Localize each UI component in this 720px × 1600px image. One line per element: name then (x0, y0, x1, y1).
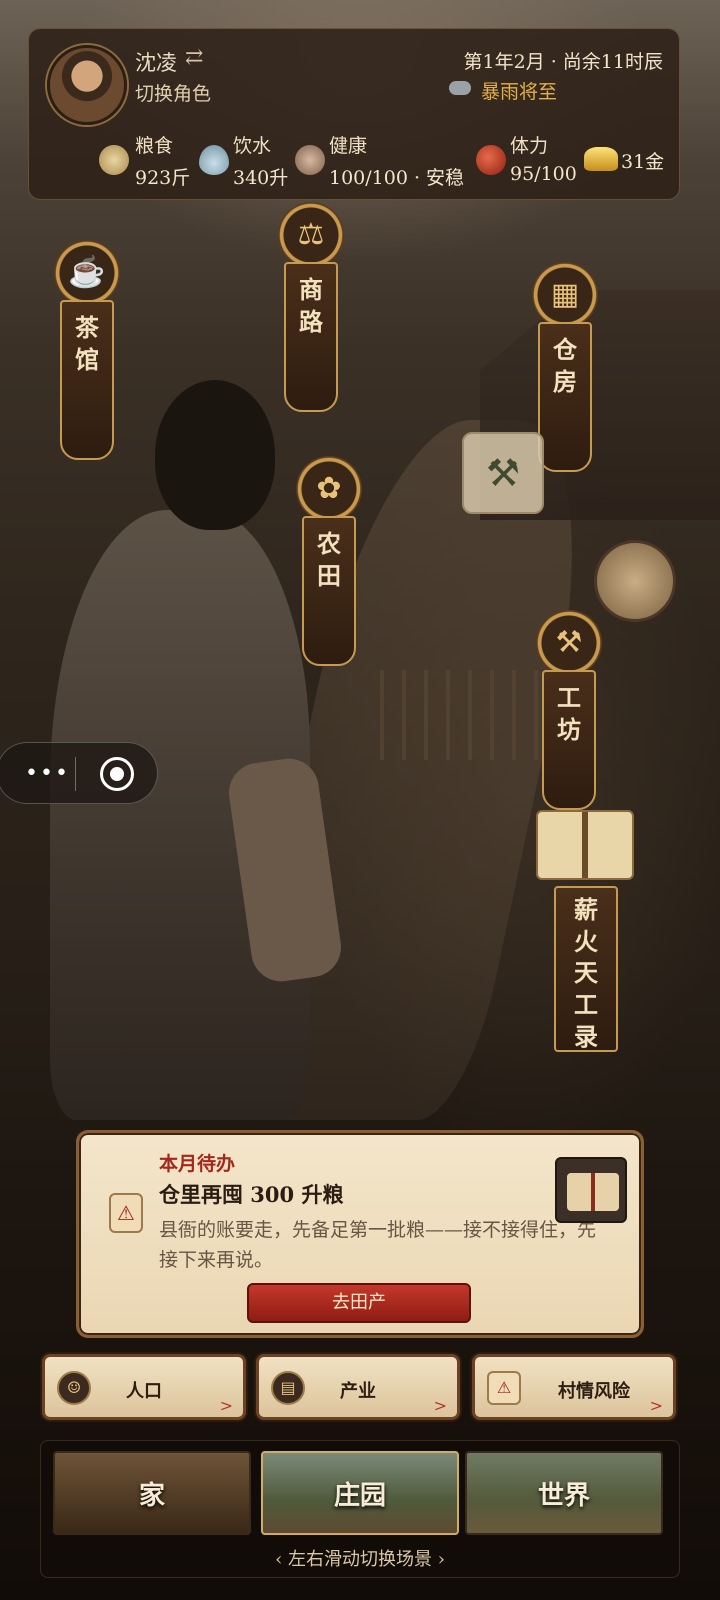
swipe-hint-text: 左右滑动切换场景 (288, 1549, 432, 1570)
records-char-1: 薪 (574, 895, 598, 924)
teahouse-char-2: 馆 (75, 344, 99, 374)
water-label: 饮水 (233, 135, 272, 157)
workshop-char-2: 坊 (557, 714, 581, 744)
chevron-right-icon: › (432, 1549, 445, 1570)
scene-tab-home-label: 家 (138, 1480, 165, 1511)
industry-label: 产业 (340, 1381, 376, 1402)
chevron-right-icon: > (649, 1396, 663, 1415)
industry-button[interactable]: ▤ 产业 > (256, 1354, 460, 1420)
miniprogram-capsule: ••• (0, 742, 158, 804)
protagonist-figure (40, 360, 345, 1120)
health-value: 100/100 · 安稳 (329, 167, 465, 189)
grain-value: 923斤 (135, 167, 191, 189)
records-plank: 薪 火 天 工 录 (554, 886, 618, 1052)
records-char-3: 天 (574, 958, 598, 988)
teapot-icon: ☕ (54, 240, 120, 306)
todo-heading: 仓里再囤 300 升粮 (159, 1182, 344, 1207)
village-risk-button[interactable]: ⚠ 村情风险 > (472, 1354, 676, 1420)
warehouse-plank: 仓 房 (538, 322, 592, 472)
population-label: 人口 (126, 1381, 162, 1402)
date-display: 第1年2月 · 尚余11时辰 (463, 51, 663, 73)
character-avatar[interactable] (47, 45, 127, 125)
warehouse-char-2: 房 (553, 366, 577, 396)
scene-tab-world[interactable]: 世界 (465, 1451, 663, 1535)
go-to-farmland-button[interactable]: 去田产 (247, 1283, 471, 1323)
crates-icon: ▦ (532, 262, 598, 328)
farmland-plank: 农 田 (302, 516, 356, 666)
monthly-todo-card: ⚠ 本月待办 仓里再囤 300 升粮 县衙的账要走，先备足第一批粮——接不接得住… (76, 1130, 644, 1338)
switch-role-button[interactable]: 切换角色 (135, 79, 211, 106)
hammer-scaffold-icon: ⚒ (485, 451, 521, 495)
scene-tab-world-label: 世界 (537, 1480, 590, 1511)
weather-status: 暴雨将至 (481, 81, 558, 103)
trade-route-plank: 商 路 (284, 262, 338, 412)
swap-icon[interactable]: ⇄ (185, 45, 203, 70)
stamina-value: 95/100 (510, 163, 577, 185)
close-target-icon[interactable] (100, 757, 134, 791)
warehouse-char-1: 仓 (553, 335, 577, 364)
chevron-right-icon: > (433, 1396, 447, 1415)
gold-ingot-icon (584, 147, 618, 171)
anvil-icon: ⚒ (536, 610, 602, 676)
storm-cloud-icon (449, 81, 471, 95)
workshop-plank: 工 坊 (542, 670, 596, 810)
records-banner[interactable]: 薪 火 天 工 录 (536, 810, 636, 1060)
workshop-char-1: 工 (557, 683, 581, 712)
teahouse-char-1: 茶 (75, 313, 99, 342)
grain-label: 粮食 (135, 135, 174, 157)
water-value: 340升 (233, 167, 289, 189)
character-name: 沈凌 (135, 51, 177, 75)
protagonist-head (155, 380, 275, 530)
chevron-left-icon: ‹ (275, 1549, 288, 1570)
todo-title: 本月待办 (159, 1153, 236, 1175)
scene-tab-home[interactable]: 家 (53, 1451, 251, 1535)
gold-value: 31金 (621, 151, 665, 173)
chevron-right-icon: > (219, 1396, 233, 1415)
records-char-2: 火 (574, 926, 598, 956)
teahouse-plank: 茶 馆 (60, 300, 114, 460)
construction-site-badge[interactable]: ⚒ (462, 432, 544, 514)
todo-description: 县衙的账要走，先备足第一批粮——接不接得住，先接下来再说。 (159, 1219, 597, 1272)
more-icon[interactable]: ••• (25, 761, 70, 786)
population-button[interactable]: ☺ 人口 > (42, 1354, 246, 1420)
status-bar: 沈凌 ⇄ 切换角色 第1年2月 · 尚余11时辰 暴雨将至 粮食 923斤 饮水… (28, 28, 680, 200)
stamina-icon (476, 145, 506, 175)
health-label: 健康 (329, 135, 368, 157)
grain-icon (99, 145, 129, 175)
swipe-hint: ‹ 左右滑动切换场景 › (41, 1545, 679, 1571)
character-roster-badge[interactable] (594, 540, 676, 622)
records-char-5: 录 (574, 1021, 598, 1051)
trade-route-char-2: 路 (299, 306, 323, 336)
scene-selector: 家 庄园 世界 ‹ 左右滑动切换场景 › (40, 1440, 680, 1578)
scales-icon: ⚖ (278, 202, 344, 268)
records-char-4: 工 (574, 990, 598, 1020)
farmland-char-1: 农 (317, 529, 341, 558)
water-drop-icon (199, 145, 229, 175)
capsule-divider (75, 757, 76, 791)
ledger-book-icon[interactable] (555, 1157, 627, 1223)
scene-tab-manor-label: 庄园 (333, 1480, 386, 1511)
warning-icon: ⚠ (109, 1193, 143, 1233)
trade-route-char-1: 商 (299, 275, 323, 304)
scene-tab-manor[interactable]: 庄园 (261, 1451, 459, 1535)
open-book-icon (536, 810, 634, 880)
sprout-icon: ✿ (296, 456, 362, 522)
stamina-label: 体力 (510, 135, 549, 157)
farmland-char-2: 田 (317, 560, 341, 590)
health-icon (295, 145, 325, 175)
